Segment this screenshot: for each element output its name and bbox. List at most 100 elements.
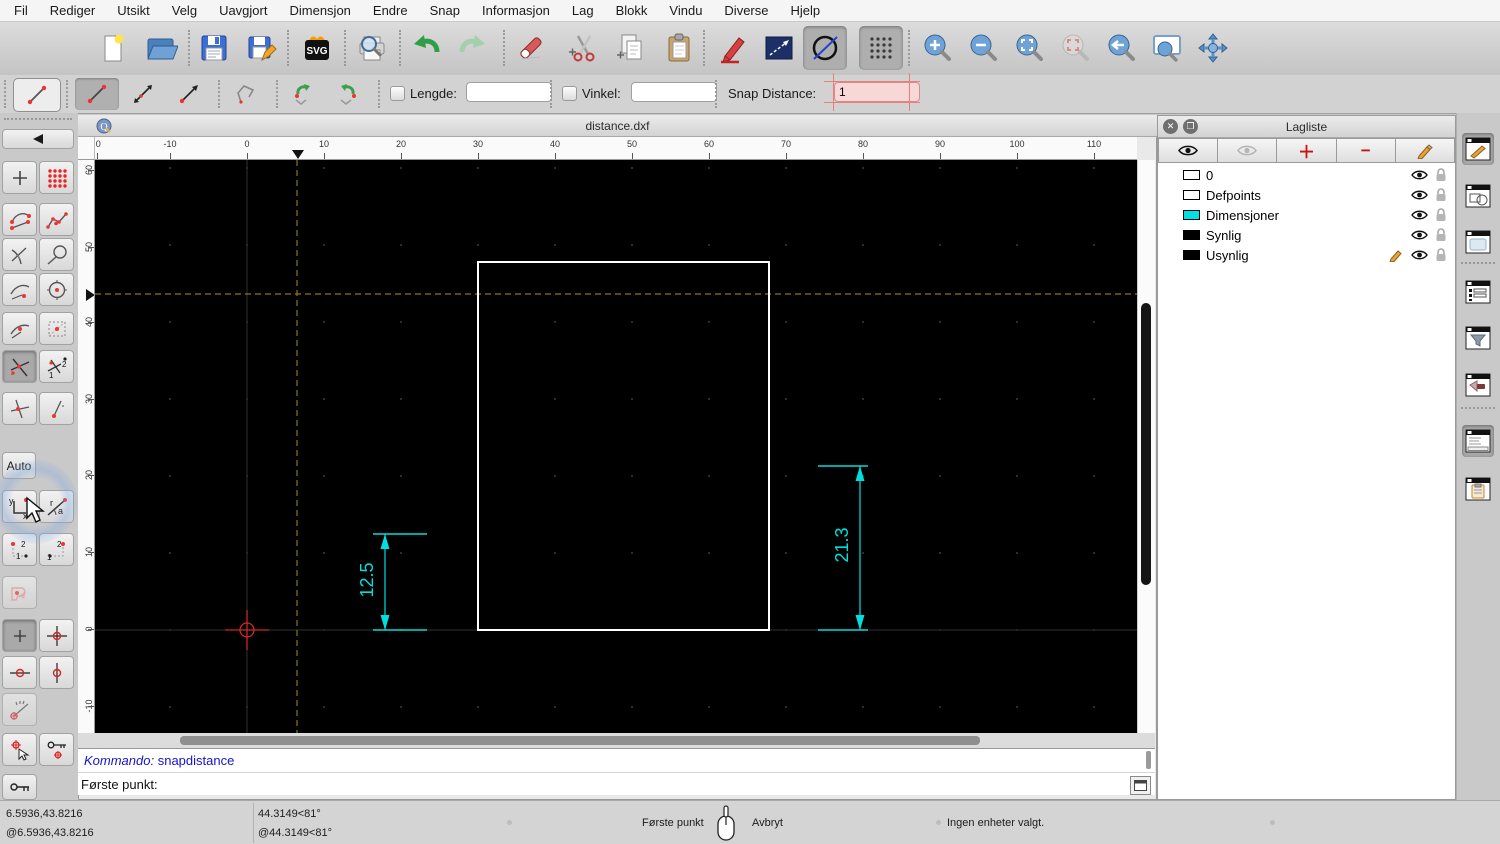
layer-lock-icon[interactable] [1435,248,1447,262]
command-scrollbar[interactable] [1146,751,1151,769]
close-panel-button[interactable]: ✕ [1163,119,1178,134]
menu-snap[interactable]: Snap [430,3,460,18]
horizontal-scrollbar[interactable]: 10 < 100 [78,733,1230,748]
menu-utsikt[interactable]: Utsikt [117,3,150,18]
relative-zero-shape-button[interactable] [2,576,37,609]
menu-dimensjon[interactable]: Dimensjon [289,3,350,18]
open-file-button[interactable] [139,26,183,70]
set-relative-zero-button[interactable] [2,733,37,766]
snap-intersection-button[interactable] [2,350,37,383]
copy-button[interactable] [609,26,653,70]
show-all-layers-button[interactable] [1158,138,1219,163]
undo-button[interactable] [405,26,449,70]
snap-middle-button[interactable] [2,312,37,345]
layer-lock-icon[interactable] [1435,228,1447,242]
zoom-back-button[interactable] [1099,26,1143,70]
horizontal-scrollbar-thumb[interactable] [180,736,980,745]
line-attributes-button[interactable] [757,26,801,70]
layer-row[interactable]: Usynlig [1158,245,1455,265]
paste-button[interactable] [657,26,701,70]
toggle-property-editor-button[interactable] [1462,473,1494,505]
remove-layer-button[interactable]: − [1336,138,1396,163]
snap-distance-point-button[interactable] [2,392,37,425]
cut-button[interactable] [561,26,605,70]
layer-lock-icon[interactable] [1435,208,1447,222]
document-titlebar[interactable]: Q distance.dxf [78,115,1157,137]
vertical-scrollbar[interactable] [1137,160,1155,733]
vertical-scrollbar-thumb[interactable] [1141,303,1151,585]
layer-visibility-eye-icon[interactable] [1411,209,1428,221]
layer-visibility-eye-icon[interactable] [1411,189,1428,201]
vinkel-input[interactable] [631,82,717,102]
snap-grid-button[interactable] [39,161,74,194]
new-file-button[interactable] [91,26,135,70]
restrict-horizontal-button[interactable] [2,656,37,689]
vinkel-checkbox[interactable] [562,86,577,101]
snap-perpendicular-button[interactable] [2,238,37,271]
save-button[interactable] [192,26,236,70]
draft-mode-button[interactable] [803,26,847,70]
options-drag-handle[interactable] [4,80,6,108]
key-button[interactable] [2,774,37,800]
menu-uavgjort[interactable]: Uavgjort [219,3,267,18]
lengde-input[interactable] [466,82,552,102]
layer-visibility-eye-icon[interactable] [1411,249,1428,261]
menu-rediger[interactable]: Rediger [50,3,96,18]
command-prompt[interactable]: Første punkt: [81,777,158,792]
layer-visibility-eye-icon[interactable] [1411,169,1428,181]
polyline-button[interactable] [224,78,268,110]
undo-segment-button[interactable] [281,78,325,110]
toggle-layer-list-button[interactable] [1462,276,1494,308]
dimension-21-3[interactable]: 21.3 [818,465,868,631]
zoom-window-button[interactable] [1145,26,1189,70]
palette-back-button[interactable] [2,129,74,149]
toggle-pen-palette-button[interactable] [1462,133,1494,165]
toggle-selection-filter-button[interactable] [1462,322,1494,354]
lock-relative-zero-button[interactable] [39,733,74,766]
zoom-out-button[interactable] [961,26,1005,70]
dimension-12-5[interactable]: 12.5 [357,533,427,631]
restrict-angle-button[interactable] [2,693,37,726]
layer-row[interactable]: Dimensjoner [1158,205,1455,225]
undock-panel-button[interactable]: ❐ [1183,119,1198,134]
menu-fil[interactable]: Fil [14,3,28,18]
snap-reference-button[interactable] [39,312,74,345]
snap-intersection-manual-button[interactable]: 12 [39,350,74,383]
toggle-plugins-button[interactable] [1462,369,1494,401]
line-two-points-button[interactable] [75,78,119,110]
snap-free-button[interactable] [2,161,37,194]
layer-row[interactable]: Synlig [1158,225,1455,245]
save-as-button[interactable] [240,26,284,70]
line-arrow-button[interactable] [167,78,211,110]
layer-row[interactable]: 0 [1158,165,1455,185]
draw-pencil-button[interactable] [711,26,755,70]
command-options-button[interactable] [1130,776,1151,795]
menu-lag[interactable]: Lag [572,3,594,18]
add-layer-button[interactable]: ＋ [1277,138,1337,163]
line-both-arrows-button[interactable] [121,78,165,110]
hide-all-layers-button[interactable] [1218,138,1278,163]
snap-nearest-button[interactable] [2,273,37,306]
corner-point-2-button[interactable]: 12 [39,533,74,566]
snap-endpoints-button[interactable] [2,203,37,236]
snap-on-entity-button[interactable] [39,203,74,236]
coordinate-polar-button[interactable]: ra [39,490,74,523]
layer-lock-icon[interactable] [1435,168,1447,182]
menu-hjelp[interactable]: Hjelp [791,3,821,18]
menu-endre[interactable]: Endre [373,3,408,18]
restrict-vertical-button[interactable] [39,656,74,689]
restrict-orthogonal-button[interactable] [39,619,74,652]
toggle-command-line-button[interactable] [1462,425,1494,457]
restrict-nothing-button[interactable] [2,619,37,652]
menu-informasjon[interactable]: Informasjon [482,3,550,18]
corner-point-1-button[interactable]: 12 [2,533,37,566]
snap-center-button[interactable] [39,273,74,306]
zoom-auto-button[interactable] [1007,26,1051,70]
export-svg-button[interactable]: SVG [295,26,339,70]
toggle-library-browser-button[interactable] [1462,226,1494,258]
layer-lock-icon[interactable] [1435,188,1447,202]
snap-distance-input[interactable] [834,82,920,102]
menu-blokk[interactable]: Blokk [616,3,648,18]
zoom-pan-button[interactable] [1191,26,1235,70]
edit-layer-button[interactable] [1395,138,1456,163]
